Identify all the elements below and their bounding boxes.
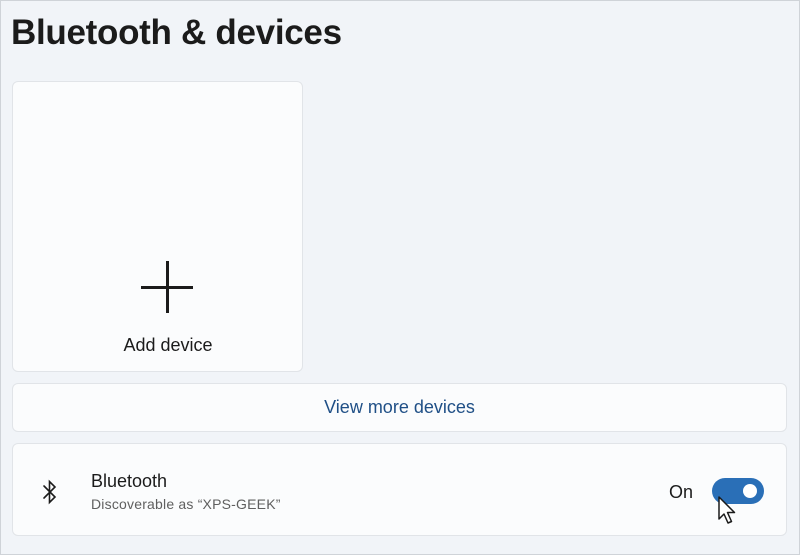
view-more-devices-label: View more devices xyxy=(324,397,475,417)
bluetooth-icon xyxy=(43,479,57,505)
bluetooth-toggle-state: On xyxy=(669,482,694,502)
bluetooth-setting-row: Bluetooth Discoverable as “XPS-GEEK” On xyxy=(12,443,787,536)
settings-window: Bluetooth & devices Add device View more… xyxy=(0,0,800,555)
plus-icon xyxy=(141,261,193,313)
bluetooth-toggle[interactable] xyxy=(712,478,764,504)
page-title: Bluetooth & devices xyxy=(11,13,342,52)
toggle-knob xyxy=(743,484,757,498)
add-device-card[interactable]: Add device xyxy=(12,81,303,372)
bluetooth-discoverable-text: Discoverable as “XPS-GEEK” xyxy=(91,496,281,512)
add-device-label: Add device xyxy=(123,335,213,355)
view-more-devices-button[interactable]: View more devices xyxy=(12,383,787,432)
bluetooth-title: Bluetooth xyxy=(91,471,168,491)
